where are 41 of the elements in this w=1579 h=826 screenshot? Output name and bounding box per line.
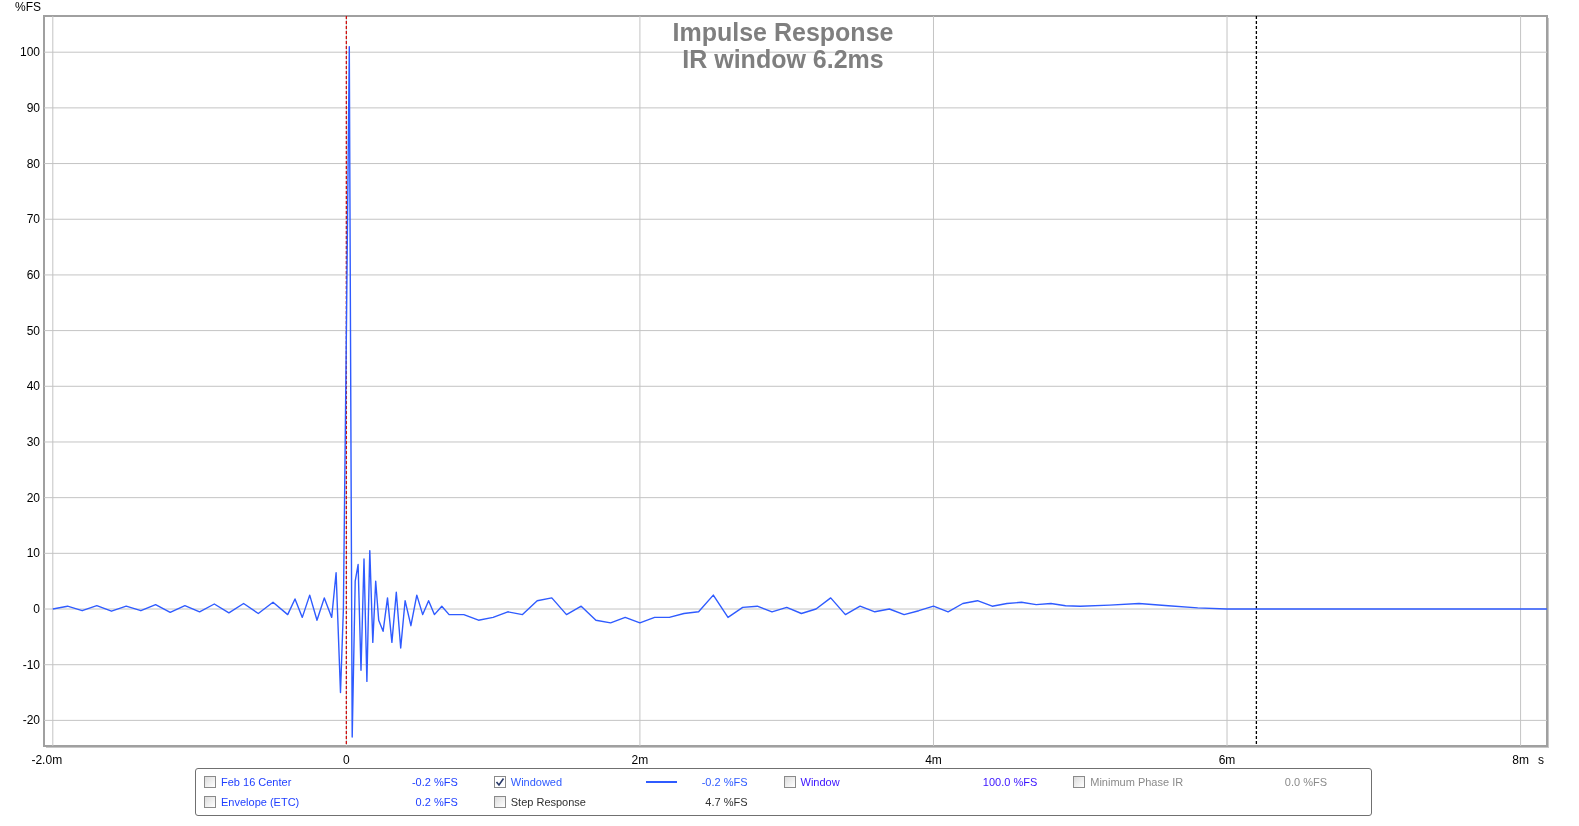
trace-value: -0.2 %FS <box>701 774 748 790</box>
y-tick-label: 30 <box>26 434 40 449</box>
checkbox[interactable] <box>1073 776 1086 788</box>
checkbox[interactable] <box>204 776 216 788</box>
trace-value: 0.0 %FS <box>1284 774 1327 790</box>
trace-label: Minimum Phase IR <box>1090 774 1184 790</box>
x-tick-label: 8m <box>1512 753 1529 767</box>
y-tick-label: 90 <box>26 100 40 115</box>
checkbox[interactable] <box>493 776 506 788</box>
x-tick-label: 6m <box>1218 753 1236 767</box>
trace-value: 100.0 %FS <box>982 774 1038 790</box>
checkbox[interactable] <box>204 796 216 808</box>
trace-value: 4.7 %FS <box>705 794 748 810</box>
x-tick-label: 4m <box>925 753 942 767</box>
y-tick-label: 70 <box>26 212 40 227</box>
y-tick-label: 40 <box>26 379 40 394</box>
y-tick-label: 50 <box>26 323 40 338</box>
y-tick-label: 60 <box>26 267 40 282</box>
checkbox[interactable] <box>783 776 796 788</box>
x-axis-unit: s <box>1538 753 1544 767</box>
y-tick-label: 10 <box>26 546 40 561</box>
checkbox[interactable] <box>493 796 506 808</box>
trace-value: -0.2 %FS <box>411 774 458 790</box>
x-tick-label: 0 <box>343 753 350 767</box>
y-tick-label: 100 <box>19 45 40 60</box>
trace-label: Feb 16 Center <box>221 774 292 790</box>
trace-label: Windowed <box>510 774 563 790</box>
x-tick-label: 2m <box>631 753 649 767</box>
y-axis-label: %FS <box>15 0 41 14</box>
trace-label: Window <box>800 774 840 790</box>
chart-subtitle: IR window 6.2ms <box>682 45 884 73</box>
trace-label: Envelope (ETC) <box>221 794 300 810</box>
y-tick-label: -20 <box>22 713 40 728</box>
y-tick-label: 80 <box>26 156 40 171</box>
y-tick-label: 0 <box>33 602 40 616</box>
trace-value: 0.2 %FS <box>415 794 458 810</box>
x-tick-label: -2.0m <box>31 753 63 767</box>
trace-label: Step Response <box>510 794 586 810</box>
y-tick-label: -10 <box>22 657 40 672</box>
y-tick-label: 20 <box>26 490 40 505</box>
chart-title: Impulse Response <box>672 18 894 46</box>
